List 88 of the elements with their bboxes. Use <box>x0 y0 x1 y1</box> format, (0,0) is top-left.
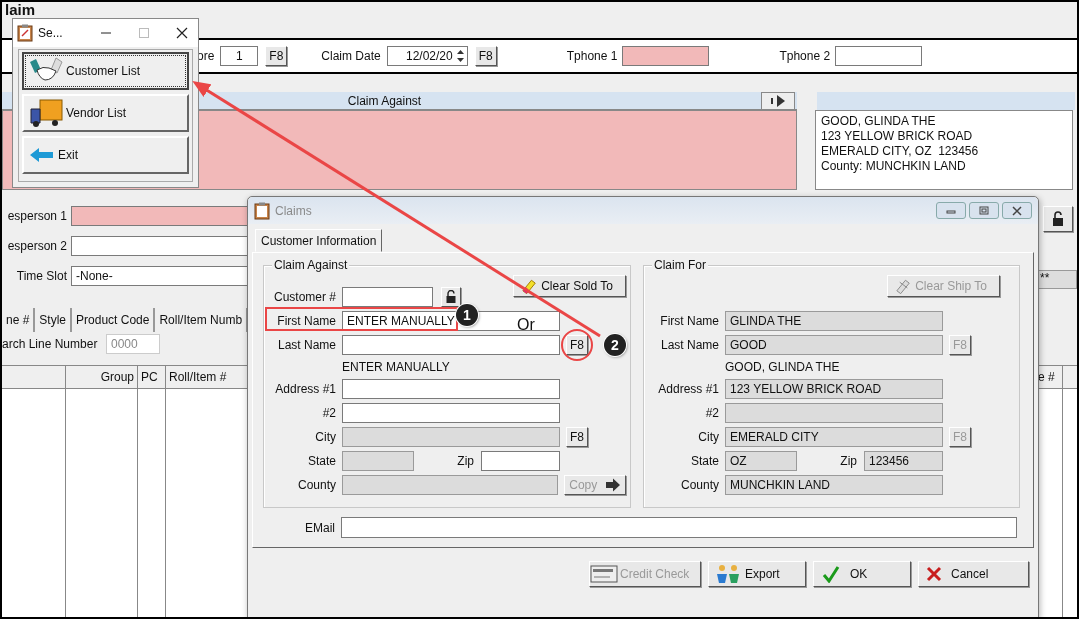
dialog-button[interactable]: OK <box>813 561 911 587</box>
right-arrow-icon <box>605 478 622 492</box>
field-label: Address #1 <box>274 382 336 396</box>
field-label: Customer # <box>272 290 336 304</box>
page-heading: laim <box>5 2 35 17</box>
eraser-icon <box>894 277 912 295</box>
lock-icon <box>1051 211 1065 227</box>
minimize-button[interactable] <box>936 202 966 219</box>
close-icon[interactable] <box>176 27 188 39</box>
or-text: Or <box>517 316 535 334</box>
field-label: City <box>697 430 719 444</box>
close-icon <box>1011 205 1023 216</box>
phone-label: Tphone 1 <box>566 49 618 63</box>
column-header[interactable]: e # <box>1038 370 1055 384</box>
field-label: Time Slot <box>15 269 67 283</box>
lock-icon <box>445 290 457 304</box>
spinner-icon[interactable] <box>455 48 465 64</box>
maximize-icon <box>978 205 990 216</box>
step-badge: 2 <box>604 334 626 356</box>
search-label: arch Line Number <box>2 337 99 351</box>
claim-against-title: Claim Against <box>347 93 422 108</box>
menu-button[interactable]: Exit <box>22 136 189 174</box>
customer-information-tab[interactable]: Customer Information <box>255 229 383 252</box>
phone-label: Tphone 2 <box>779 49 831 63</box>
clipboard-icon <box>17 24 33 42</box>
field-label: First Name <box>276 314 336 328</box>
search-field[interactable]: 0000 <box>106 334 160 354</box>
menu-button[interactable]: Customer List <box>22 52 189 90</box>
field-label: EMail <box>304 520 335 535</box>
menu-button[interactable]: Vendor List <box>22 94 189 132</box>
field-label: State <box>689 454 719 468</box>
truck-icon <box>29 97 63 129</box>
text-field[interactable] <box>342 403 560 423</box>
text-field[interactable] <box>342 335 560 355</box>
window-title: Claims <box>275 203 312 218</box>
address-line: County: MUNCHKIN LAND <box>821 159 967 174</box>
address-line: GOOD, GLINDA THE <box>821 114 937 129</box>
name-display: GOOD, GLINDA THE <box>725 360 840 374</box>
field-label: esperson 1 <box>6 209 67 223</box>
expand-button[interactable] <box>761 92 795 110</box>
x-icon <box>925 565 943 583</box>
f8-button[interactable]: F8 <box>566 335 588 355</box>
column-header[interactable]: Group <box>100 370 134 384</box>
field-label: City <box>314 430 336 444</box>
clipboard-icon <box>254 201 270 220</box>
column-header[interactable]: PC <box>141 370 158 384</box>
field-label: First Name <box>659 314 719 328</box>
group-title: Claim Against <box>272 258 350 272</box>
close-button[interactable] <box>1002 202 1032 219</box>
column-header[interactable]: Roll/Item # <box>169 370 227 384</box>
text-field[interactable] <box>342 379 560 399</box>
store-field[interactable]: 1 <box>220 46 259 66</box>
highlight-circle <box>561 329 593 361</box>
window-title: Se... <box>38 26 63 40</box>
dialog-button[interactable]: Cancel <box>918 561 1029 587</box>
address-line: 123 YELLOW BRICK ROAD <box>821 129 974 144</box>
left-arrow-icon <box>29 146 55 164</box>
lock-button[interactable] <box>1043 206 1073 232</box>
name-display: ENTER MANUALLY <box>342 360 450 374</box>
email-field[interactable] <box>341 517 1017 538</box>
credit-card-icon <box>590 565 620 583</box>
lock-button[interactable] <box>441 287 461 307</box>
field-label: #2 <box>321 406 336 420</box>
group-title: Claim For <box>652 258 708 272</box>
field-label: Zip <box>456 454 474 468</box>
field-label: County <box>679 478 719 492</box>
claim-date-label: Claim Date <box>321 49 381 63</box>
claim-date-f8-button[interactable]: F8 <box>474 46 497 66</box>
field-label: esperson 2 <box>6 239 67 253</box>
step-badge: 1 <box>456 304 478 326</box>
field-label: Address #1 <box>657 382 719 396</box>
field-label: County <box>296 478 336 492</box>
store-f8-button[interactable]: F8 <box>265 46 288 66</box>
field-label: Last Name <box>659 338 719 352</box>
address-line: EMERALD CITY, OZ 123456 <box>821 144 980 159</box>
dialog-button[interactable]: Export <box>708 561 806 587</box>
text-field[interactable] <box>342 287 433 307</box>
people-icon <box>715 564 741 584</box>
phone-field[interactable] <box>835 46 923 66</box>
check-icon <box>822 565 840 583</box>
field-label: State <box>306 454 336 468</box>
clear-button[interactable]: Clear Sold To <box>513 275 626 297</box>
field-label: Zip <box>839 454 857 468</box>
claim-date-field[interactable]: 12/02/20 <box>386 46 468 66</box>
eraser-icon <box>520 277 538 295</box>
field-label: #2 <box>704 406 719 420</box>
field-label: Last Name <box>276 338 336 352</box>
phone-field[interactable] <box>622 46 710 66</box>
